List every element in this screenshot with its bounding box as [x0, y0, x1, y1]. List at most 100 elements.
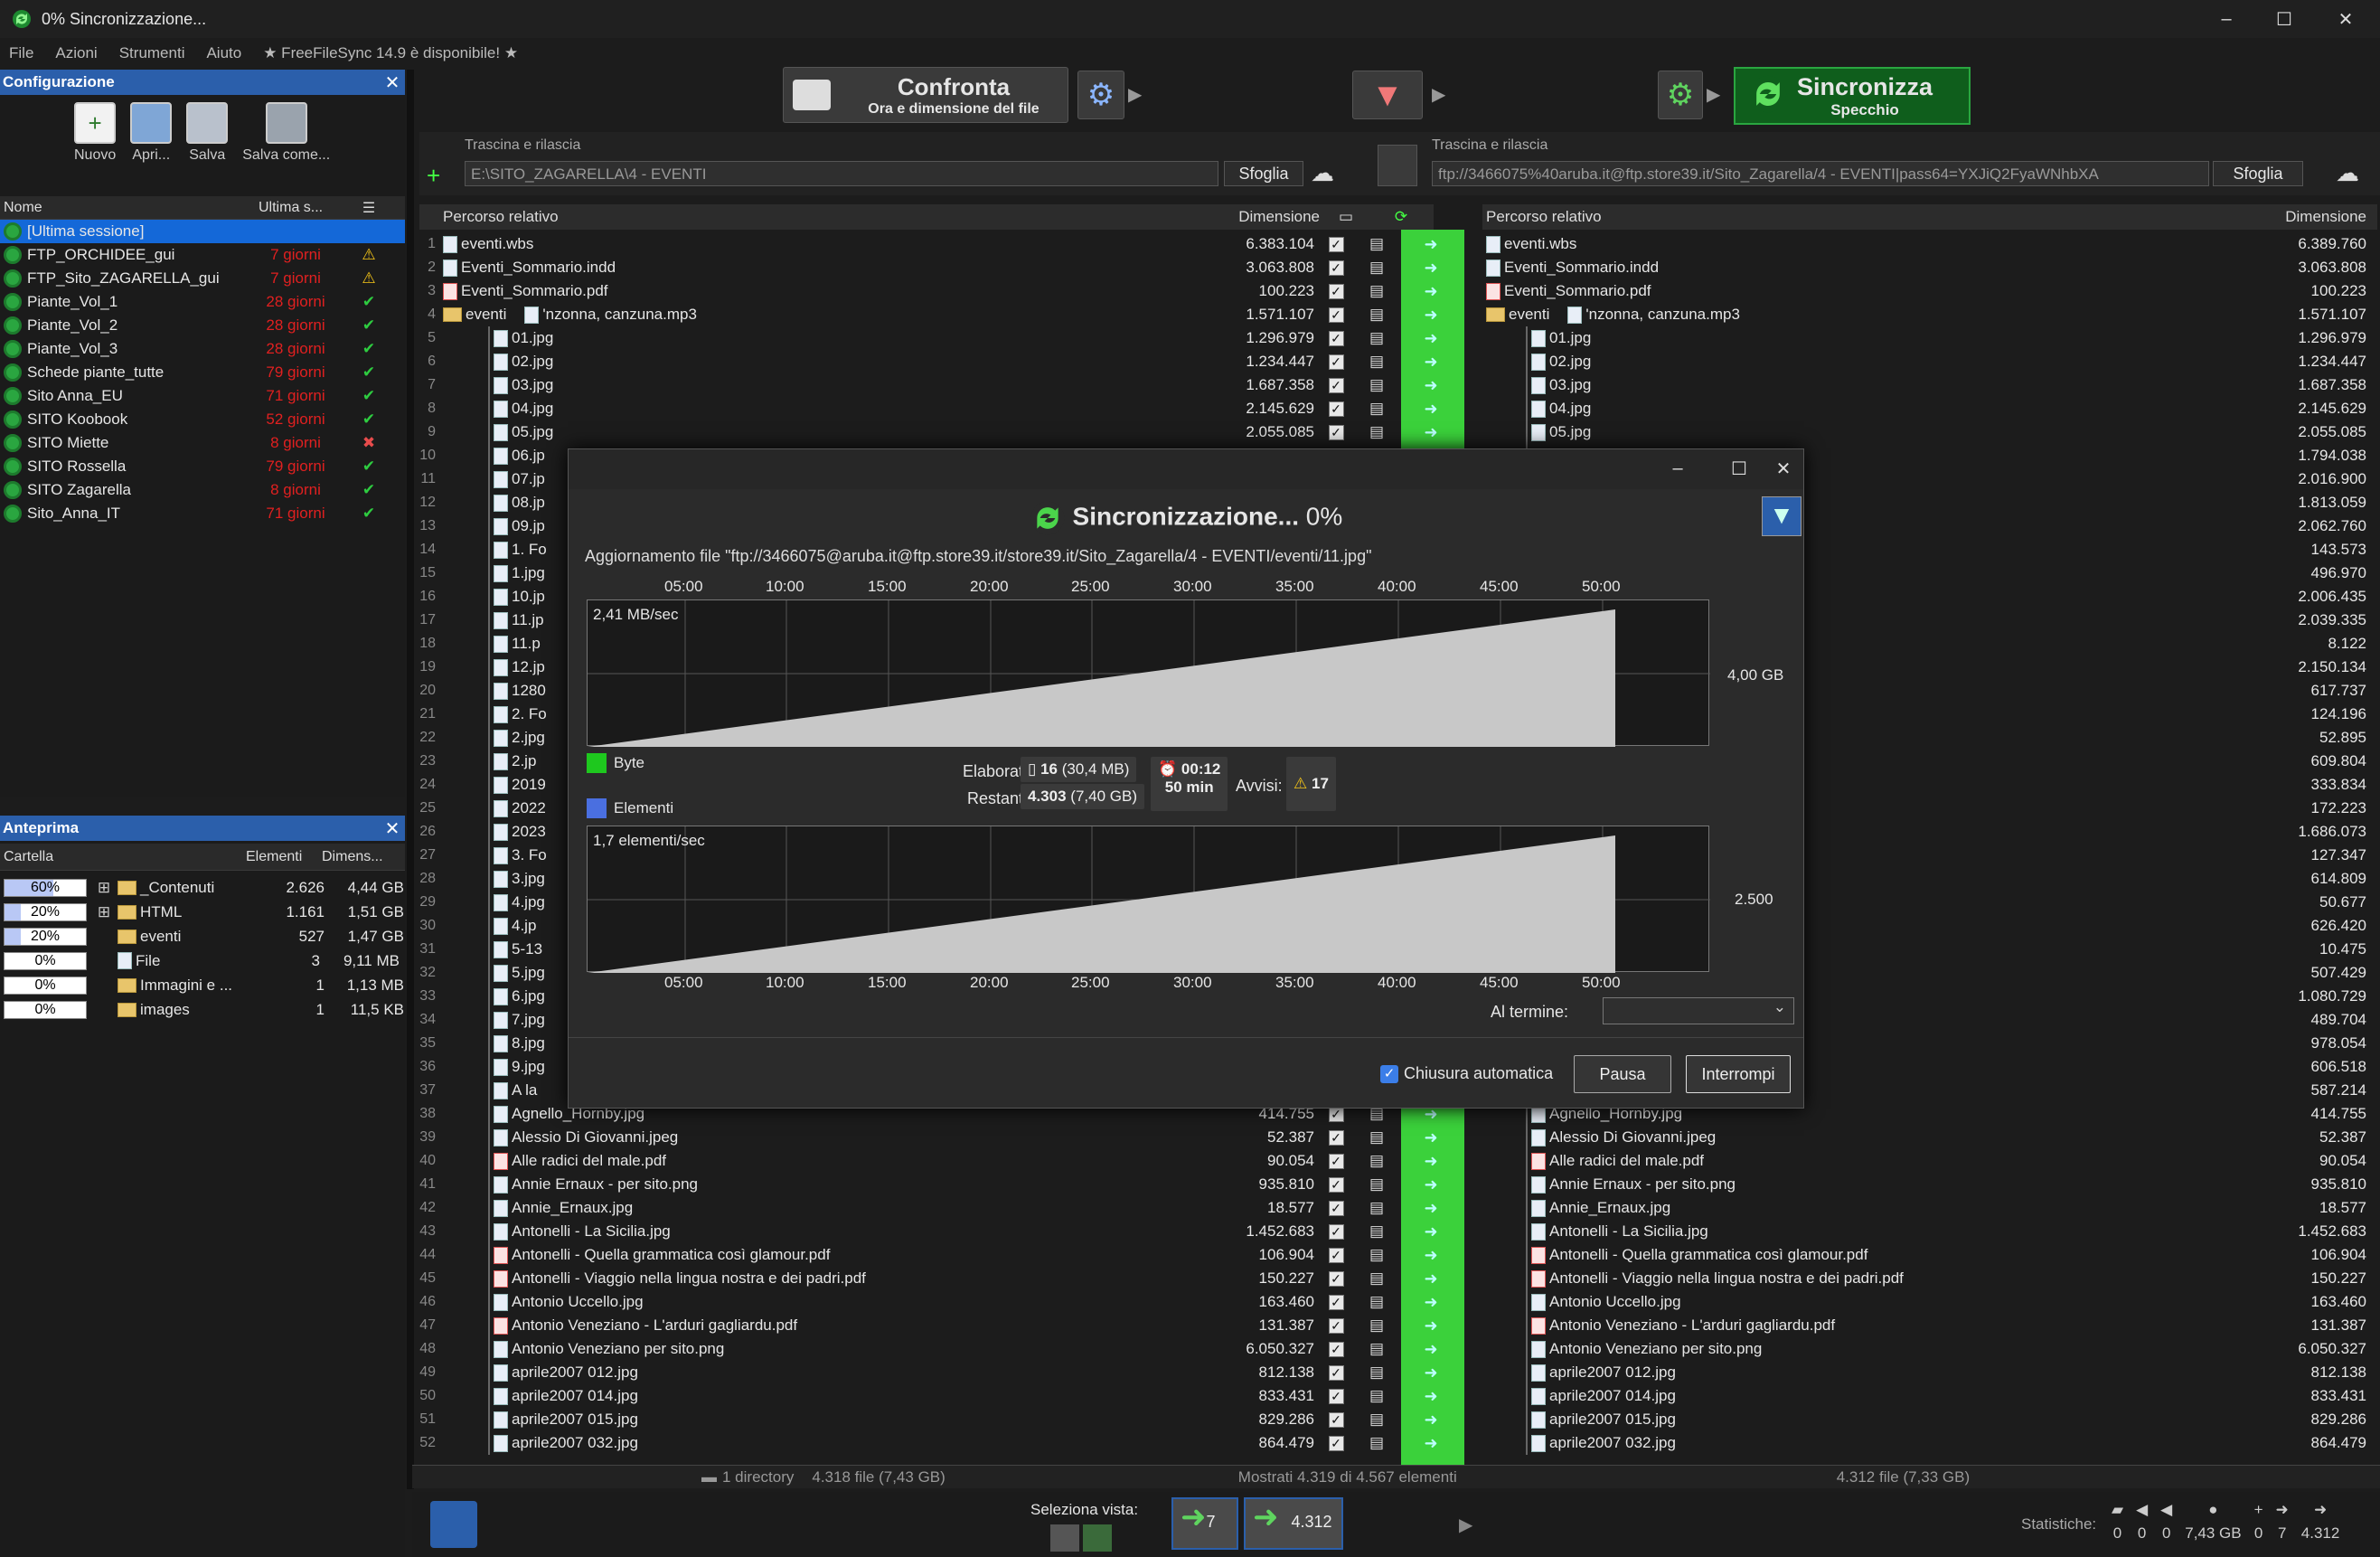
row-check-cell[interactable]: ✓ [1318, 1411, 1354, 1428]
config-item[interactable]: Piante_Vol_1 28 giorni ✔ [0, 290, 405, 314]
sync-arrow-icon[interactable]: ➜ [1421, 1223, 1441, 1240]
row-check-cell[interactable]: ✓ [1318, 283, 1354, 299]
checkbox-icon[interactable]: ✓ [1328, 330, 1344, 346]
row-action-cell[interactable]: ➜ [1399, 1176, 1463, 1193]
synchronize-button[interactable]: Sincronizza Specchio [1734, 67, 1971, 125]
sync-arrow-icon[interactable]: ➜ [1421, 1317, 1441, 1334]
category-col-icon[interactable]: ▭ [1323, 208, 1369, 226]
grid-row-right[interactable]: aprile2007 014.jpg 833.431 [1482, 1384, 2377, 1408]
filter-button[interactable]: ▼ [1352, 71, 1423, 119]
sync-arrow-icon[interactable]: ➜ [1421, 377, 1441, 393]
row-action-cell[interactable]: ➜ [1399, 1341, 1463, 1357]
grid-row-left[interactable]: 42 Annie_Ernaux.jpg 18.577 ✓ ▤ ➜ [419, 1196, 1468, 1220]
config-item[interactable]: SITO Miette 8 giorni ✖ [0, 431, 405, 455]
grid-row-left[interactable]: 3 Eventi_Sommario.pdf 100.223 ✓ ▤ ➜ [419, 279, 1468, 303]
left-folder-input[interactable]: E:\SITO_ZAGARELLA\4 - EVENTI [465, 161, 1218, 186]
grid-row-left[interactable]: 40 Alle radici del male.pdf 90.054 ✓ ▤ ➜ [419, 1149, 1468, 1173]
row-check-cell[interactable]: ✓ [1318, 377, 1354, 393]
checkbox-icon[interactable]: ✓ [1328, 1200, 1344, 1216]
row-action-cell[interactable]: ➜ [1399, 1364, 1463, 1381]
grid-row-left[interactable]: 5 01.jpg 1.296.979 ✓ ▤ ➜ [419, 326, 1468, 350]
grid-row-right[interactable]: Eventi_Sommario.indd 3.063.808 [1482, 256, 2377, 279]
row-action-cell[interactable]: ➜ [1399, 354, 1463, 370]
config-item[interactable]: FTP_ORCHIDEE_gui 7 giorni ⚠ [0, 243, 405, 267]
checkbox-icon[interactable]: ✓ [1328, 1388, 1344, 1404]
compare-button[interactable]: Confronta Ora e dimensione del file [783, 67, 1068, 123]
left-col-path[interactable]: Percorso relativo [419, 208, 1202, 226]
list-options-icon[interactable]: ☰ [349, 199, 389, 217]
grid-row-left[interactable]: 2 Eventi_Sommario.indd 3.063.808 ✓ ▤ ➜ [419, 256, 1468, 279]
row-action-cell[interactable]: ➜ [1399, 1153, 1463, 1169]
sync-arrow-icon[interactable]: ➜ [1421, 260, 1441, 276]
grid-row-left[interactable]: 49 aprile2007 012.jpg 812.138 ✓ ▤ ➜ [419, 1361, 1468, 1384]
grid-row-left[interactable]: 45 Antonelli - Viaggio nella lingua nostr… [419, 1267, 1468, 1290]
row-check-cell[interactable]: ✓ [1318, 1200, 1354, 1216]
left-browse-button[interactable]: Sfoglia [1224, 161, 1303, 186]
checkbox-icon[interactable]: ✓ [1328, 1435, 1344, 1451]
config-item[interactable]: [Ultima sessione] [0, 220, 405, 243]
row-action-cell[interactable]: ➜ [1399, 1200, 1463, 1216]
preview-row[interactable]: 0% images 1 11,5 KB [0, 997, 405, 1022]
grid-row-right[interactable]: 02.jpg 1.234.447 [1482, 350, 2377, 373]
grid-row-right[interactable]: Antonelli - Viaggio nella lingua nostra … [1482, 1267, 2377, 1290]
row-check-cell[interactable]: ✓ [1318, 260, 1354, 276]
row-check-cell[interactable]: ✓ [1318, 1364, 1354, 1381]
create-filter-button[interactable]: ➜7 [1171, 1497, 1238, 1550]
sync-arrow-icon[interactable]: ➜ [1421, 1200, 1441, 1216]
grid-row-right[interactable]: aprile2007 015.jpg 829.286 [1482, 1408, 2377, 1431]
checkbox-icon[interactable]: ✓ [1328, 1153, 1344, 1169]
checkbox-icon[interactable]: ✓ [1328, 401, 1344, 417]
grid-row-left[interactable]: 6 02.jpg 1.234.447 ✓ ▤ ➜ [419, 350, 1468, 373]
config-item[interactable]: Piante_Vol_2 28 giorni ✔ [0, 314, 405, 337]
row-action-cell[interactable]: ➜ [1399, 401, 1463, 417]
grid-row-right[interactable]: Antonelli - Quella grammatica così glamo… [1482, 1243, 2377, 1267]
checkbox-icon[interactable]: ✓ [1328, 377, 1344, 393]
sync-arrow-icon[interactable]: ➜ [1421, 1294, 1441, 1310]
row-check-cell[interactable]: ✓ [1318, 354, 1354, 370]
sync-arrow-icon[interactable]: ➜ [1421, 1388, 1441, 1404]
row-check-cell[interactable]: ✓ [1318, 1106, 1354, 1122]
menu-file[interactable]: File [9, 44, 33, 62]
row-action-cell[interactable]: ➜ [1399, 377, 1463, 393]
sync-arrow-icon[interactable]: ➜ [1421, 1247, 1441, 1263]
row-check-cell[interactable]: ✓ [1318, 401, 1354, 417]
config-item[interactable]: Sito_Anna_IT 71 giorni ✔ [0, 502, 405, 525]
grid-row-left[interactable]: 50 aprile2007 014.jpg 833.431 ✓ ▤ ➜ [419, 1384, 1468, 1408]
checkbox-icon[interactable]: ✓ [1328, 354, 1344, 370]
swap-sides-button[interactable] [1378, 145, 1417, 186]
close-preview-icon[interactable]: ✕ [380, 817, 405, 840]
row-action-cell[interactable]: ➜ [1399, 260, 1463, 276]
grid-row-right[interactable]: 05.jpg 2.055.085 [1482, 420, 2377, 444]
sync-arrow-icon[interactable]: ➜ [1421, 354, 1441, 370]
grid-row-right[interactable]: aprile2007 032.jpg 864.479 [1482, 1431, 2377, 1455]
compare-dropdown-icon[interactable]: ▶ [1128, 83, 1142, 106]
grid-row-right[interactable]: Annie Ernaux - per sito.png 935.810 [1482, 1173, 2377, 1196]
open-config-button[interactable]: Apri... [130, 102, 173, 196]
config-item[interactable]: SITO Zagarella 8 giorni ✔ [0, 478, 405, 502]
grid-row-right[interactable]: 01.jpg 1.296.979 [1482, 326, 2377, 350]
sync-arrow-icon[interactable]: ➜ [1421, 283, 1441, 299]
update-notice[interactable]: ★ FreeFileSync 14.9 è disponibile! ★ [263, 44, 518, 62]
grid-row-left[interactable]: 51 aprile2007 015.jpg 829.286 ✓ ▤ ➜ [419, 1408, 1468, 1431]
more-views-icon[interactable]: ▶ [1459, 1514, 1472, 1536]
col-last-sync[interactable]: Ultima s... [259, 200, 349, 216]
preview-row[interactable]: 0% File 3 9,11 MB [0, 948, 405, 973]
checkbox-icon[interactable]: ✓ [1328, 260, 1344, 276]
right-col-path[interactable]: Percorso relativo [1482, 208, 2242, 226]
dialog-maximize-button[interactable]: ☐ [1707, 449, 1771, 487]
view-action-button[interactable] [1083, 1524, 1112, 1552]
grid-row-left[interactable]: 44 Antonelli - Quella grammatica così gla… [419, 1243, 1468, 1267]
sync-arrow-icon[interactable]: ➜ [1421, 236, 1441, 252]
sync-arrow-icon[interactable]: ➜ [1421, 1341, 1441, 1357]
config-item[interactable]: Sito Anna_EU 71 giorni ✔ [0, 384, 405, 408]
grid-row-left[interactable]: 48 Antonio Veneziano per sito.png 6.050.32… [419, 1337, 1468, 1361]
row-check-cell[interactable]: ✓ [1318, 1341, 1354, 1357]
config-item[interactable]: SITO Koobook 52 giorni ✔ [0, 408, 405, 431]
checkbox-icon[interactable]: ✓ [1328, 307, 1344, 323]
preview-row[interactable]: 60% ⊞ _Contenuti 2.626 4,44 GB [0, 875, 405, 900]
maximize-button[interactable]: ☐ [2253, 0, 2316, 38]
sync-arrow-icon[interactable]: ➜ [1421, 1153, 1441, 1169]
sync-arrow-icon[interactable]: ➜ [1421, 424, 1441, 440]
sync-arrow-icon[interactable]: ➜ [1421, 1129, 1441, 1146]
preview-row[interactable]: 20% ⊞ HTML 1.161 1,51 GB [0, 900, 405, 924]
